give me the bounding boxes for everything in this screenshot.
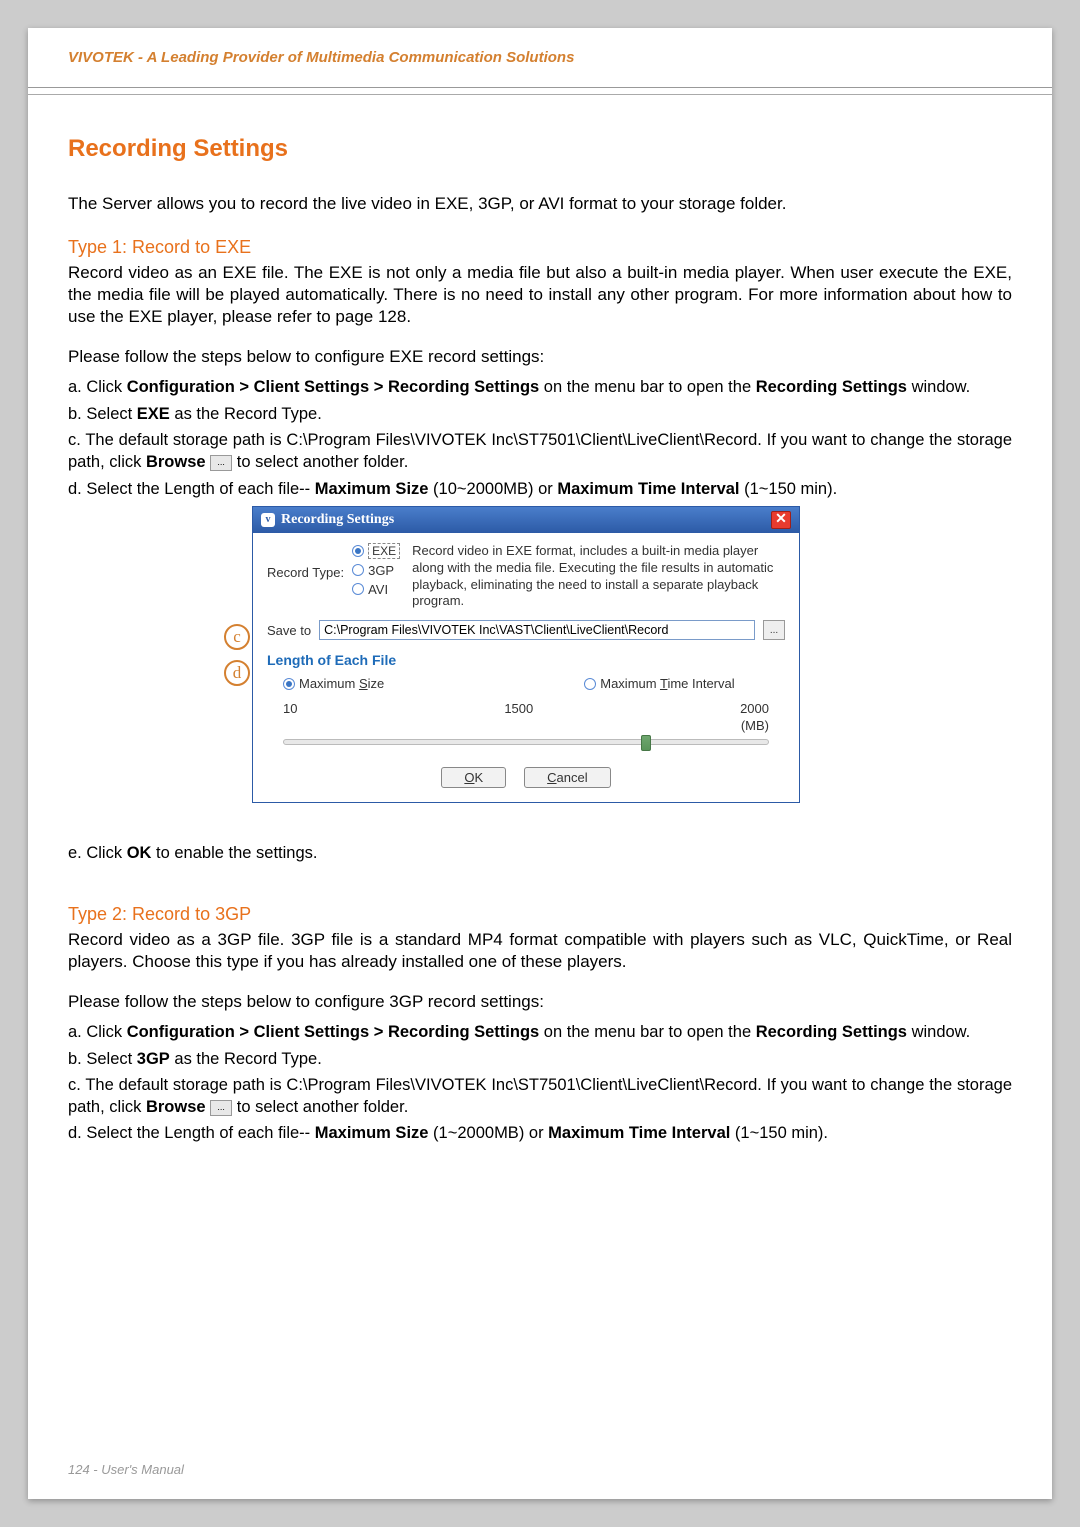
menu-path: Configuration > Client Settings > Record… — [127, 1023, 540, 1041]
type2-desc: Record video as a 3GP file. 3GP file is … — [68, 929, 1012, 973]
text: b. Select — [68, 405, 137, 423]
dialog-body: Record Type: EXE 3GP — [253, 533, 799, 803]
slider-row: 10 1500 2000 — [267, 701, 785, 716]
menu-path: Configuration > Client Settings > Record… — [127, 378, 540, 396]
type2-step-d: d. Select the Length of each file-- Maxi… — [68, 1122, 1012, 1144]
record-type-label: Record Type: — [267, 565, 344, 580]
text: to select another folder. — [237, 453, 409, 471]
radio-exe[interactable]: EXE — [352, 543, 400, 559]
radio-icon — [283, 678, 295, 690]
option-name: 3GP — [137, 1050, 170, 1068]
radio-icon — [352, 564, 364, 576]
text: b. Select — [68, 1050, 137, 1068]
text: e. Click — [68, 844, 127, 862]
app-icon: v — [261, 513, 275, 527]
max-size-option: Maximum Size — [299, 676, 384, 691]
text: (1~2000MB) or — [428, 1124, 548, 1142]
slider-unit: (MB) — [267, 718, 785, 733]
text: (1~150 min). — [740, 480, 838, 498]
text: on the menu bar to open the — [539, 378, 756, 396]
slider-mid: 1500 — [504, 701, 533, 716]
marker-d: d — [224, 660, 250, 686]
3gp-option-label: 3GP — [368, 563, 394, 578]
avi-option-label: AVI — [368, 582, 388, 597]
type1-step-b: b. Select EXE as the Record Type. — [68, 403, 1012, 425]
text: a. Click — [68, 378, 127, 396]
text: d. Select the Length of each file-- — [68, 480, 315, 498]
save-to-label: Save to — [267, 623, 311, 638]
size-slider[interactable] — [283, 739, 769, 745]
close-icon[interactable]: ✕ — [771, 511, 791, 529]
radio-icon — [584, 678, 596, 690]
browse-label: Browse — [146, 1098, 206, 1116]
radio-3gp[interactable]: 3GP — [352, 563, 394, 578]
max-interval-option: Maximum Time Interval — [600, 676, 734, 691]
text: as the Record Type. — [170, 405, 322, 423]
browse-button[interactable]: ... — [763, 620, 785, 640]
type2-heading: Type 2: Record to 3GP — [68, 904, 1012, 925]
ok-button[interactable]: OK — [441, 767, 506, 788]
save-path-input[interactable] — [319, 620, 755, 640]
type1-follow: Please follow the steps below to configu… — [68, 346, 1012, 368]
recording-settings-dialog: v Recording Settings ✕ Record Type: EXE — [252, 506, 800, 804]
text: d. Select the Length of each file-- — [68, 1124, 315, 1142]
text: on the menu bar to open the — [539, 1023, 756, 1041]
radio-max-interval[interactable]: Maximum Time Interval — [584, 676, 734, 691]
intro-paragraph: The Server allows you to record the live… — [68, 193, 1012, 215]
text: window. — [907, 1023, 970, 1041]
type1-step-e: e. Click OK to enable the settings. — [68, 842, 1012, 864]
exe-option-label: EXE — [368, 543, 400, 559]
browse-icon: ... — [210, 1100, 232, 1116]
option-name: EXE — [137, 405, 170, 423]
dialog-titlebar[interactable]: v Recording Settings ✕ — [253, 507, 799, 533]
type1-step-a: a. Click Configuration > Client Settings… — [68, 376, 1012, 398]
cancel-button[interactable]: Cancel — [524, 767, 610, 788]
slider-thumb[interactable] — [641, 735, 651, 751]
text: (1~150 min). — [730, 1124, 828, 1142]
radio-avi[interactable]: AVI — [352, 582, 388, 597]
format-description: Record video in EXE format, includes a b… — [412, 543, 785, 611]
marker-c: c — [224, 624, 250, 650]
text: to select another folder. — [237, 1098, 409, 1116]
window-name: Recording Settings — [756, 378, 907, 396]
browse-icon: ... — [210, 455, 232, 471]
browse-label: Browse — [146, 453, 206, 471]
header-brand: VIVOTEK - A Leading Provider of Multimed… — [68, 49, 574, 66]
radio-max-size[interactable]: Maximum Size — [283, 676, 384, 691]
text: a. Click — [68, 1023, 127, 1041]
type1-desc: Record video as an EXE file. The EXE is … — [68, 262, 1012, 328]
type1-step-d: d. Select the Length of each file-- Maxi… — [68, 478, 1012, 500]
window-name: Recording Settings — [756, 1023, 907, 1041]
type1-step-c: c. The default storage path is C:\Progra… — [68, 429, 1012, 474]
type2-step-a: a. Click Configuration > Client Settings… — [68, 1021, 1012, 1043]
text: (10~2000MB) or — [428, 480, 557, 498]
max-interval-label: Maximum Time Interval — [548, 1124, 730, 1142]
text: window. — [907, 378, 970, 396]
text: as the Record Type. — [170, 1050, 322, 1068]
type2-follow: Please follow the steps below to configu… — [68, 991, 1012, 1013]
length-section-title: Length of Each File — [267, 652, 785, 668]
dialog-title: Recording Settings — [281, 512, 394, 528]
type2-step-c: c. The default storage path is C:\Progra… — [68, 1074, 1012, 1119]
header-band: VIVOTEK - A Leading Provider of Multimed… — [28, 28, 1052, 88]
page-footer: 124 - User's Manual — [68, 1462, 184, 1477]
text: to enable the settings. — [151, 844, 317, 862]
radio-icon — [352, 545, 364, 557]
page: VIVOTEK - A Leading Provider of Multimed… — [28, 28, 1052, 1499]
ok-label: OK — [127, 844, 152, 862]
max-size-label: Maximum Size — [315, 480, 429, 498]
type1-heading: Type 1: Record to EXE — [68, 237, 1012, 258]
dialog-wrap: b c d v Recording Settings ✕ Record Type… — [68, 506, 1012, 824]
type2-step-b: b. Select 3GP as the Record Type. — [68, 1048, 1012, 1070]
slider-min: 10 — [283, 701, 297, 716]
max-interval-label: Maximum Time Interval — [557, 480, 739, 498]
radio-icon — [352, 583, 364, 595]
page-title: Recording Settings — [68, 135, 1012, 163]
content: Recording Settings The Server allows you… — [28, 95, 1052, 1145]
max-size-label: Maximum Size — [315, 1124, 429, 1142]
slider-max: 2000 — [740, 701, 769, 716]
